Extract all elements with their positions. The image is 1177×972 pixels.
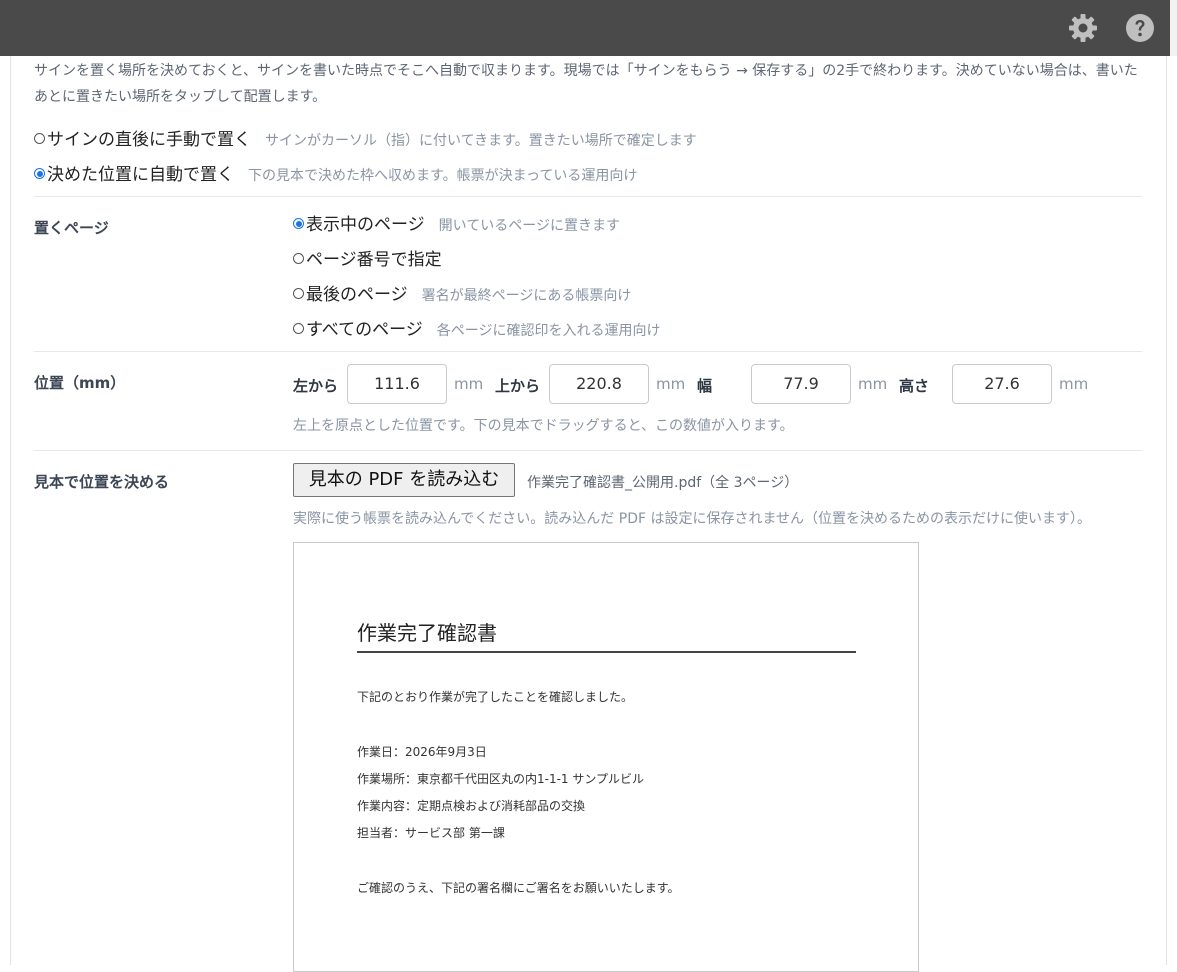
gear-icon[interactable] xyxy=(1068,13,1098,43)
width-label: 幅 xyxy=(697,377,713,395)
page-all-hint: 各ページに確認印を入れる運用向け xyxy=(436,323,661,339)
sample-help: 実際に使う帳票を読み込んでください。読み込んだ PDF は設定に保存されません（… xyxy=(293,511,1092,527)
document-line: 下記のとおり作業が完了したことを確認しました。 xyxy=(357,690,634,704)
page-last-label: 最後のページ xyxy=(306,285,408,305)
radio-page-all[interactable] xyxy=(293,323,304,334)
mode-auto-label: 決めた位置に自動で置く xyxy=(47,165,234,185)
sample-label: 見本で位置を決める xyxy=(34,473,170,491)
radio-page-number[interactable] xyxy=(293,253,304,264)
document-line: 作業内容：定期点検および消耗部品の交換 xyxy=(357,799,586,813)
document-title: 作業完了確認書 xyxy=(357,621,497,645)
page-option-all[interactable]: すべてのページ 各ページに確認印を入れる運用向け xyxy=(293,315,661,340)
radio-page-current[interactable] xyxy=(293,218,304,229)
page-all-label: すべてのページ xyxy=(306,320,423,340)
mode-option-manual[interactable]: サインの直後に手動で置く サインがカーソル（指）に付いてきます。置きたい場所で確定… xyxy=(34,125,697,150)
document-line: 担当者：サービス部 第一課 xyxy=(357,826,505,840)
page-option-last[interactable]: 最後のページ 署名が最終ページにある帳票向け xyxy=(293,280,631,305)
top-bar-edge xyxy=(1170,0,1177,56)
document-title-rule xyxy=(357,651,856,653)
width-input[interactable]: 77.9 xyxy=(751,364,851,404)
page-setting-label: 置くページ xyxy=(34,219,109,237)
pdf-filename: 作業完了確認書_公開用.pdf（全 3ページ） xyxy=(527,475,799,491)
page-number-label: ページ番号で指定 xyxy=(306,250,442,270)
mode-manual-hint: サインがカーソル（指）に付いてきます。置きたい場所で確定します xyxy=(265,133,697,149)
page-option-current[interactable]: 表示中のページ 開いているページに置きます xyxy=(293,210,620,235)
top-label: 上から xyxy=(495,377,541,395)
top-bar xyxy=(0,0,1170,56)
page-option-number[interactable]: ページ番号で指定 xyxy=(293,245,442,270)
question-circle-icon[interactable] xyxy=(1125,13,1155,43)
mode-option-auto[interactable]: 決めた位置に自動で置く 下の見本で決めた枠へ収めます。帳票が決まっている運用向け xyxy=(34,160,637,185)
radio-auto[interactable] xyxy=(34,168,45,179)
position-help: 左上を原点とした位置です。下の見本でドラッグすると、この数値が入ります。 xyxy=(293,418,794,434)
page-current-label: 表示中のページ xyxy=(306,215,425,235)
page-current-hint: 開いているページに置きます xyxy=(438,218,620,234)
width-unit: mm xyxy=(858,375,888,393)
document-line: ご確認のうえ、下記の署名欄にご署名をお願いいたします。 xyxy=(357,881,680,895)
top-unit: mm xyxy=(656,375,686,393)
mode-manual-label: サインの直後に手動で置く xyxy=(47,130,251,150)
document-line: 作業場所：東京都千代田区丸の内1-1-1 サンプルビル xyxy=(357,772,645,786)
height-label: 高さ xyxy=(899,377,930,395)
radio-page-last[interactable] xyxy=(293,288,304,299)
radio-manual[interactable] xyxy=(34,133,45,144)
page-last-hint: 署名が最終ページにある帳票向け xyxy=(421,288,632,304)
intro-text: サインを置く場所を決めておくと、サインを書いた時点でそこへ自動で収まります。現場… xyxy=(34,63,1138,105)
mode-auto-hint: 下の見本で決めた枠へ収めます。帳票が決まっている運用向け xyxy=(248,168,638,184)
position-label: 位置（mm） xyxy=(34,374,126,392)
divider xyxy=(34,450,1142,451)
left-unit: mm xyxy=(454,375,484,393)
left-label: 左から xyxy=(293,377,339,395)
height-unit: mm xyxy=(1059,375,1089,393)
document-line: 作業日：2026年9月3日 xyxy=(357,745,487,759)
divider xyxy=(34,196,1142,197)
divider xyxy=(34,351,1142,352)
top-input[interactable]: 220.8 xyxy=(549,364,649,404)
height-input[interactable]: 27.6 xyxy=(952,364,1052,404)
left-input[interactable]: 111.6 xyxy=(347,364,447,404)
load-pdf-button[interactable]: 見本の PDF を読み込む xyxy=(293,463,515,497)
